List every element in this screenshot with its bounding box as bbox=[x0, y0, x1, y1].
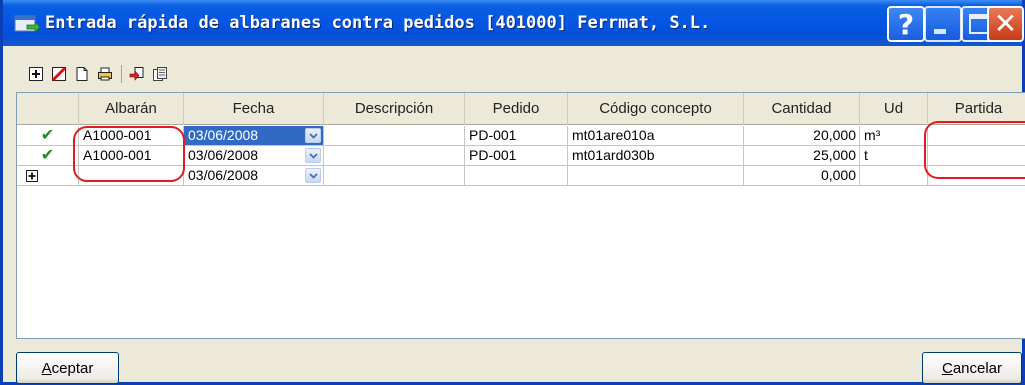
window-title: Entrada rápida de albaranes contra pedid… bbox=[45, 13, 711, 33]
ud-cell[interactable] bbox=[860, 166, 928, 186]
fecha-cell[interactable]: 03/06/2008 bbox=[184, 126, 324, 146]
copy-icon[interactable] bbox=[73, 65, 91, 83]
close-icon: ✕ bbox=[993, 7, 1018, 40]
accept-button-label: Aceptar bbox=[41, 359, 94, 377]
col-header-fecha[interactable]: Fecha bbox=[184, 93, 324, 125]
codigo-cell[interactable]: mt01ard030b bbox=[568, 146, 744, 166]
fecha-cell[interactable]: 03/06/2008 bbox=[184, 146, 324, 166]
toolbar bbox=[27, 62, 174, 86]
col-header-codigo[interactable]: Código concepto bbox=[568, 93, 744, 125]
new-line-icon[interactable] bbox=[27, 65, 45, 83]
fecha-cell[interactable]: 03/06/2008 bbox=[184, 166, 324, 186]
cancel-button[interactable]: Cancelar bbox=[922, 352, 1022, 384]
chevron-down-icon[interactable] bbox=[305, 128, 321, 143]
chevron-down-icon[interactable] bbox=[305, 168, 321, 183]
cancel-button-label: Cancelar bbox=[941, 359, 1003, 377]
grid-header: Albarán Fecha Descripción Pedido Código … bbox=[17, 93, 1025, 125]
col-header-pedido[interactable]: Pedido bbox=[465, 93, 568, 125]
fecha-value: 03/06/2008 bbox=[188, 147, 259, 163]
chevron-down-icon[interactable] bbox=[305, 148, 321, 163]
pedido-cell[interactable] bbox=[465, 166, 568, 186]
partida-highlight-oval bbox=[924, 121, 1025, 179]
fecha-value: 03/06/2008 bbox=[188, 167, 259, 183]
cantidad-cell[interactable]: 20,000 bbox=[744, 126, 860, 146]
dialog-window: Entrada rápida de albaranes contra pedid… bbox=[0, 0, 1025, 385]
minimize-button[interactable] bbox=[924, 6, 962, 42]
col-header-ud[interactable]: Ud bbox=[860, 93, 928, 125]
codigo-cell[interactable] bbox=[568, 166, 744, 186]
help-icon: ? bbox=[897, 7, 915, 41]
pedido-cell[interactable]: PD-001 bbox=[465, 126, 568, 146]
fecha-value: 03/06/2008 bbox=[188, 127, 259, 143]
descripcion-cell[interactable] bbox=[324, 126, 465, 146]
toolbar-separator bbox=[121, 65, 122, 83]
col-header-descripcion[interactable]: Descripción bbox=[324, 93, 465, 125]
minimize-icon bbox=[934, 29, 946, 34]
ud-cell[interactable]: t bbox=[860, 146, 928, 166]
row-check-icon: ✔ bbox=[17, 126, 79, 146]
new-row-marker[interactable] bbox=[17, 166, 79, 186]
print-icon[interactable] bbox=[96, 65, 114, 83]
col-header-status[interactable] bbox=[17, 93, 79, 125]
help-button[interactable]: ? bbox=[887, 6, 925, 42]
pedido-cell[interactable]: PD-001 bbox=[465, 146, 568, 166]
descripcion-cell[interactable] bbox=[324, 146, 465, 166]
accept-button[interactable]: Aceptar bbox=[16, 352, 119, 384]
col-header-albaran[interactable]: Albarán bbox=[79, 93, 184, 125]
data-grid[interactable]: Albarán Fecha Descripción Pedido Código … bbox=[16, 92, 1025, 339]
descripcion-cell[interactable] bbox=[324, 166, 465, 186]
row-check-icon: ✔ bbox=[17, 146, 79, 166]
close-button[interactable]: ✕ bbox=[987, 6, 1024, 42]
new-line-icon bbox=[26, 170, 38, 182]
title-bar[interactable]: Entrada rápida de albaranes contra pedid… bbox=[3, 0, 1024, 46]
delete-icon[interactable] bbox=[50, 65, 68, 83]
cantidad-cell[interactable]: 25,000 bbox=[744, 146, 860, 166]
col-header-cantidad[interactable]: Cantidad bbox=[744, 93, 860, 125]
ud-cell[interactable]: m³ bbox=[860, 126, 928, 146]
import-icon[interactable] bbox=[128, 65, 146, 83]
codigo-cell[interactable]: mt01are010a bbox=[568, 126, 744, 146]
app-icon bbox=[13, 13, 41, 35]
albaran-highlight-oval bbox=[73, 126, 185, 182]
cantidad-cell[interactable]: 0,000 bbox=[744, 166, 860, 186]
properties-icon[interactable] bbox=[151, 65, 169, 83]
